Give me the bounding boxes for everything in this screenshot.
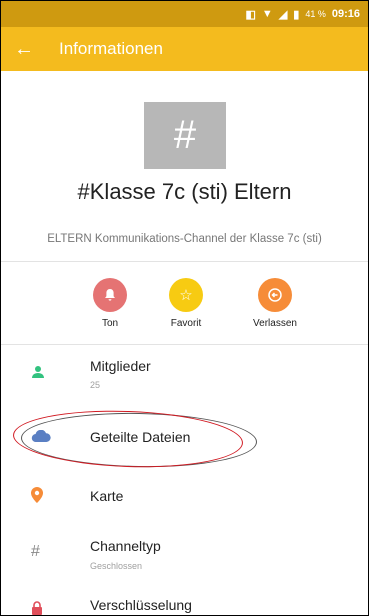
mute-label: Ton (101, 318, 119, 329)
wifi-icon: ▼ (261, 8, 273, 20)
location-pin-icon (31, 487, 43, 508)
favorite-label: Favorit (170, 318, 202, 329)
channel-type-value: Geschlossen (90, 561, 143, 571)
list-item-members[interactable]: Mitglieder 25 (1, 351, 368, 401)
channel-type-label: Channeltyp (90, 538, 161, 554)
action-row: Ton ☆ Favorit Verlassen (1, 278, 368, 336)
status-bar: ◧ ▼ ◢ ▮ 41 % 09:16 (1, 1, 368, 27)
divider (1, 344, 368, 345)
favorite-button[interactable]: ☆ Favorit (156, 278, 216, 329)
battery-icon: ▮ (293, 8, 300, 21)
back-arrow-icon[interactable]: ← (1, 38, 47, 61)
annotation-ellipse (12, 407, 244, 471)
hash-icon: # (31, 543, 40, 560)
app-screen: ◧ ▼ ◢ ▮ 41 % 09:16 ← Informationen # #Kl… (0, 0, 369, 616)
divider (1, 261, 368, 262)
person-icon (31, 365, 45, 384)
app-bar: ← Informationen (1, 27, 368, 71)
map-label: Karte (90, 488, 124, 504)
battery-percent: 41 % (305, 9, 326, 19)
vibrate-icon: ◧ (245, 8, 256, 21)
bell-icon (93, 278, 127, 312)
channel-name: #Klasse 7c (sti) Eltern (77, 179, 292, 204)
lock-icon (31, 601, 43, 615)
leave-button[interactable]: Verlassen (245, 278, 305, 329)
star-icon: ☆ (169, 278, 203, 312)
signal-icon: ◢ (278, 8, 288, 21)
list-item-encryption[interactable]: Verschlüsselung (1, 593, 368, 615)
mute-button[interactable]: Ton (80, 278, 140, 329)
members-count: 25 (90, 380, 101, 390)
list-item-channel-type[interactable]: # Channeltyp Geschlossen (1, 533, 368, 583)
clock: 09:16 (331, 8, 360, 20)
hash-icon: # (173, 113, 197, 157)
encryption-label: Verschlüsselung (90, 597, 192, 613)
members-label: Mitglieder (90, 358, 151, 374)
leave-label: Verlassen (253, 318, 297, 329)
leave-icon (258, 278, 292, 312)
channel-description: ELTERN Kommunikations-Channel der Klasse… (47, 233, 322, 245)
list-item-map[interactable]: Karte (1, 479, 368, 519)
channel-avatar: # (144, 102, 226, 169)
page-title: Informationen (59, 39, 163, 58)
